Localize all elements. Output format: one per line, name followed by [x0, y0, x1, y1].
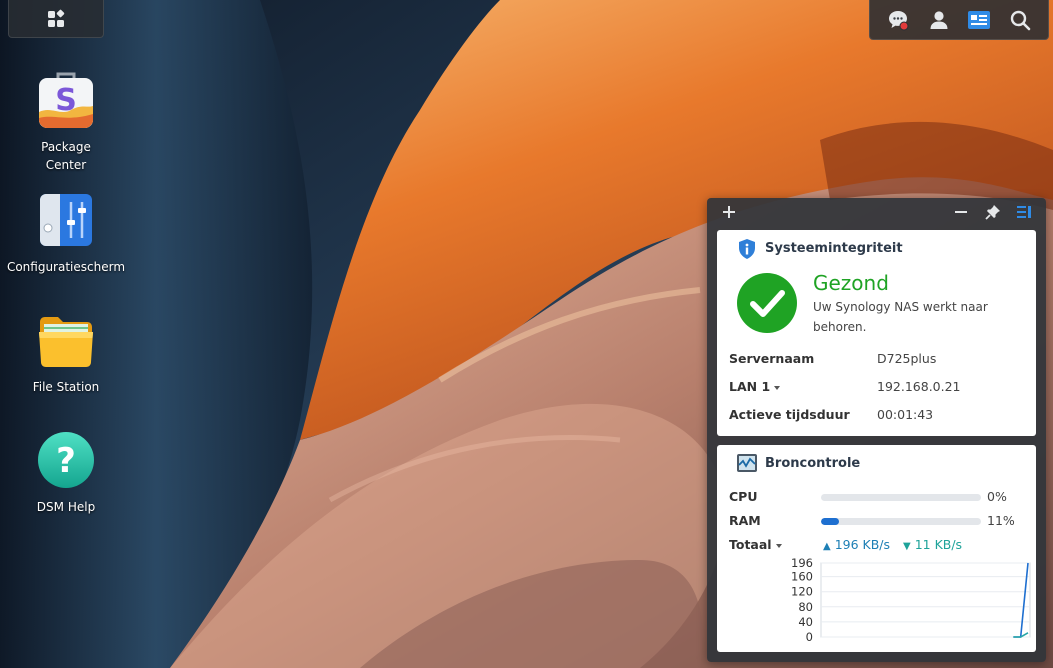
- check-circle-icon: [737, 273, 797, 333]
- system-health-widget: Systeemintegriteit Gezond Uw Synology NA…: [717, 230, 1036, 436]
- monitor-chart-icon: [737, 454, 757, 472]
- search-button[interactable]: [1006, 6, 1034, 34]
- user-icon: [930, 10, 948, 29]
- chart-y-tick-label: 196: [791, 556, 813, 570]
- ram-usage-bar: [821, 518, 981, 525]
- desktop-icon-label: DSM Help: [36, 500, 96, 514]
- lan-label: LAN 1: [729, 379, 771, 394]
- chevron-down-icon: [774, 385, 781, 390]
- cpu-label: CPU: [729, 489, 758, 504]
- chart-plot-area: [820, 562, 1031, 638]
- chevron-down-icon: [775, 543, 782, 548]
- cpu-usage-bar: [821, 494, 981, 501]
- control-panel-icon: [40, 194, 92, 246]
- notification-badge: [899, 21, 909, 30]
- chart-y-tick-label: 40: [798, 615, 813, 629]
- minimize-widgets-button[interactable]: [951, 202, 971, 222]
- desktop-icon-package-center[interactable]: S Package Center: [2, 70, 130, 174]
- resource-monitor-title: Broncontrole: [765, 456, 861, 471]
- lan-ip-value: 192.168.0.21: [877, 379, 961, 394]
- arrow-down-icon: ▼: [903, 541, 911, 552]
- resource-monitor-widget: Broncontrole CPU 0% RAM 11% Totaal ▲ 196…: [717, 445, 1036, 652]
- desktop-icon-file-station[interactable]: File Station: [2, 310, 130, 396]
- widgets-button[interactable]: [965, 6, 993, 34]
- widget-panel: Systeemintegriteit Gezond Uw Synology NA…: [707, 198, 1046, 662]
- download-rate-value: 11 KB/s: [914, 537, 963, 552]
- widget-layout-button[interactable]: [1014, 202, 1034, 222]
- uptime-value: 00:01:43: [877, 407, 934, 422]
- upload-rate-value: 196 KB/s: [834, 537, 891, 552]
- add-widget-button[interactable]: [719, 202, 739, 222]
- arrow-up-icon: ▲: [823, 541, 831, 552]
- pin-widgets-button[interactable]: [983, 202, 1003, 222]
- chart-y-tick-label: 80: [798, 600, 813, 614]
- system-health-title: Systeemintegriteit: [765, 241, 903, 256]
- svg-text:S: S: [55, 83, 77, 118]
- folder-icon: [39, 317, 93, 367]
- server-name-value: D725plus: [877, 351, 937, 366]
- desktop-icon-control-panel[interactable]: Configuratiescherm: [2, 190, 130, 276]
- uptime-label: Actieve tijdsduur: [729, 407, 850, 422]
- minimize-icon: [955, 211, 967, 213]
- health-status: Gezond: [813, 271, 889, 295]
- total-label: Totaal: [729, 537, 772, 552]
- network-total-selector[interactable]: Totaal: [729, 537, 782, 552]
- chart-y-tick-label: 0: [806, 630, 813, 644]
- server-name-label: Servernaam: [729, 351, 815, 366]
- chart-y-tick-label: 160: [791, 570, 813, 584]
- grid-icon: [48, 9, 65, 27]
- widget-layout-icon: [1017, 206, 1031, 218]
- info-shield-icon: [739, 239, 755, 259]
- cpu-percent: 0%: [987, 489, 1007, 504]
- desktop-icon-label: File Station: [32, 380, 100, 394]
- user-button[interactable]: [925, 6, 953, 34]
- chart-y-tick-label: 120: [791, 585, 813, 599]
- plus-icon: [723, 206, 735, 218]
- system-tray: [869, 0, 1049, 40]
- main-menu-button[interactable]: [8, 0, 104, 38]
- ram-percent: 11%: [987, 513, 1015, 528]
- package-center-icon: S: [39, 72, 93, 128]
- network-chart: 19616012080400: [791, 556, 1031, 644]
- desktop-icon-dsm-help[interactable]: ? DSM Help: [2, 430, 130, 516]
- widgets-icon: [968, 10, 991, 29]
- upload-rate: ▲ 196 KB/s: [823, 537, 890, 552]
- ram-label: RAM: [729, 513, 761, 528]
- help-icon: ?: [38, 432, 94, 488]
- svg-text:?: ?: [56, 441, 76, 481]
- download-rate: ▼ 11 KB/s: [903, 537, 962, 552]
- pin-icon: [985, 205, 1000, 220]
- search-icon: [1010, 10, 1031, 30]
- widget-panel-header: [707, 198, 1046, 226]
- desktop-icon-label: Package Center: [41, 140, 91, 172]
- desktop-icon-label: Configuratiescherm: [6, 260, 126, 274]
- health-message: Uw Synology NAS werkt naar behoren.: [813, 300, 988, 334]
- notifications-button[interactable]: [884, 6, 912, 34]
- ram-usage-fill: [821, 518, 839, 525]
- lan-selector[interactable]: LAN 1: [729, 379, 781, 394]
- notification-icon: [889, 10, 909, 30]
